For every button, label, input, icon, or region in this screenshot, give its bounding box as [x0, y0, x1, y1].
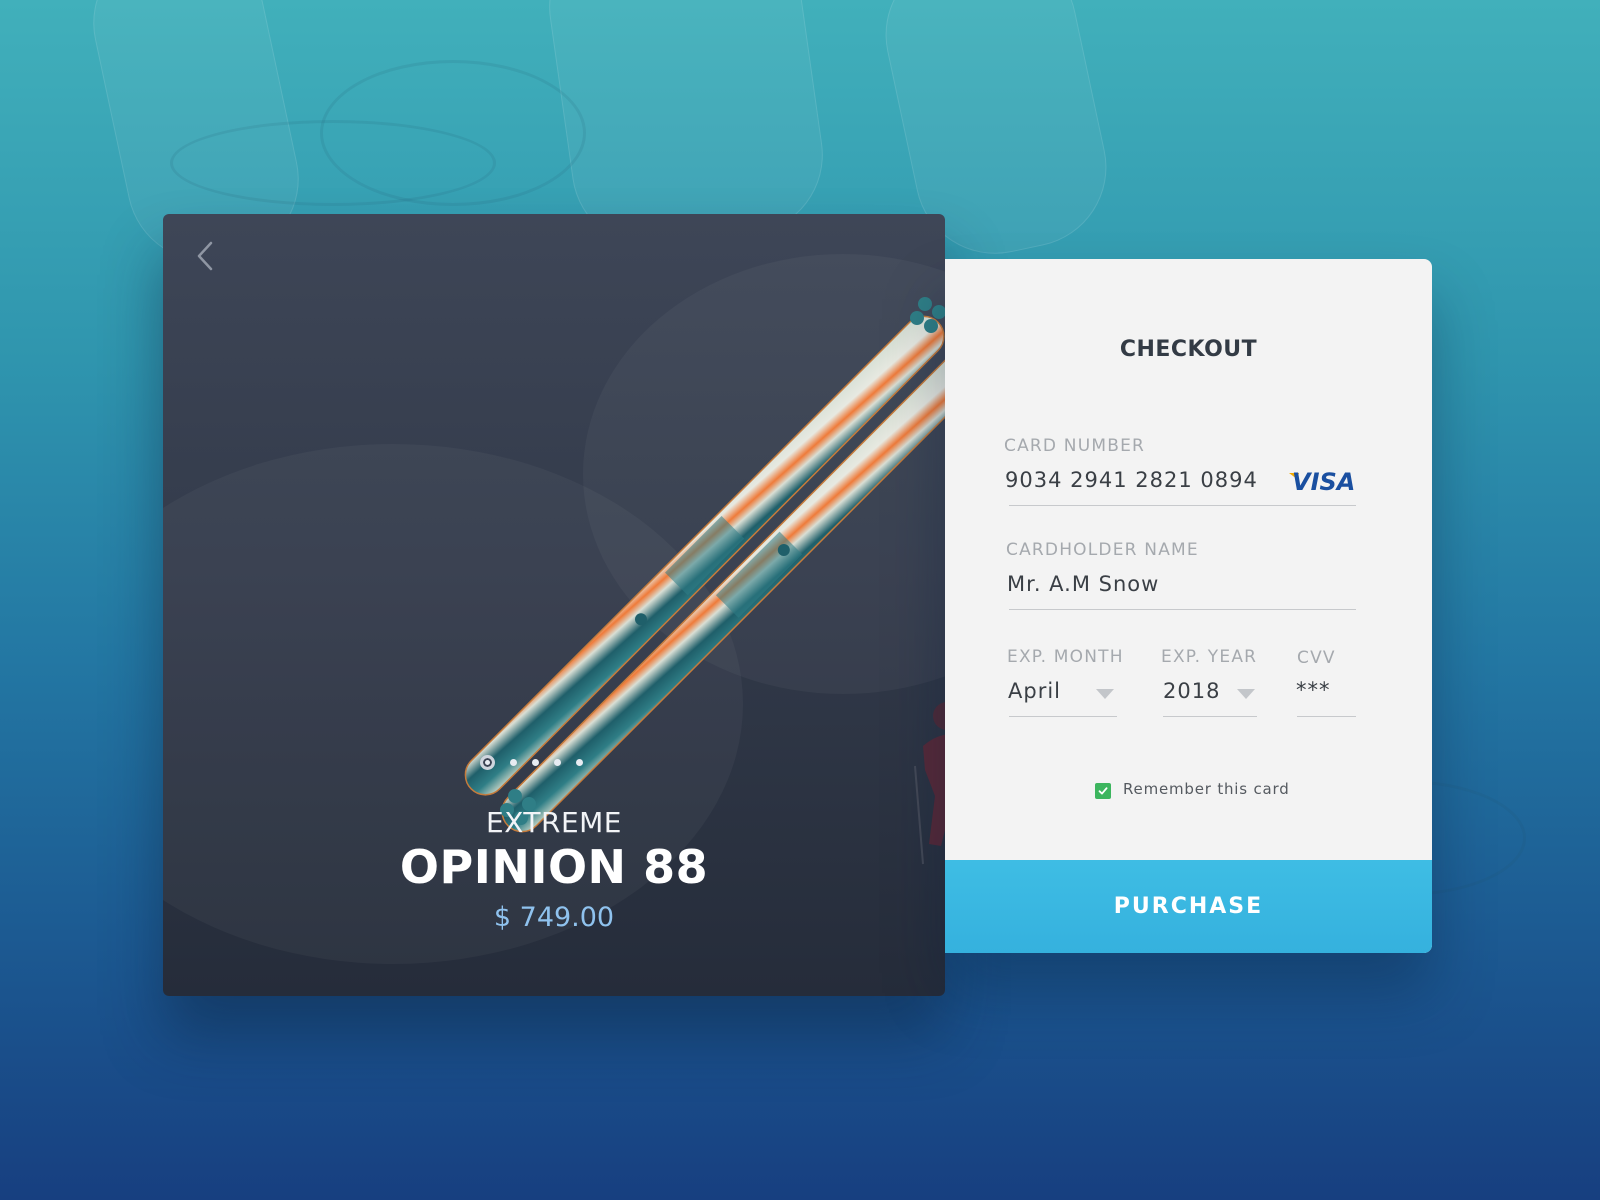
cardholder-underline [1009, 609, 1356, 610]
cardholder-label: CARDHOLDER NAME [1006, 540, 1199, 560]
exp-year-label: EXP. YEAR [1161, 647, 1258, 667]
carousel-dot-5[interactable] [576, 759, 583, 766]
background-swirl [320, 60, 586, 206]
exp-month-label: EXP. MONTH [1007, 647, 1124, 667]
carousel-dot-1[interactable] [480, 755, 495, 770]
remember-card-label: Remember this card [1123, 780, 1290, 798]
ski-left [464, 315, 945, 796]
carousel-dot-2[interactable] [510, 759, 517, 766]
product-price: $ 749.00 [493, 902, 615, 933]
product-card: EXTREME OPINION 88 $ 749.00 [163, 214, 945, 996]
checkout-title: CHECKOUT [1119, 337, 1258, 362]
chevron-left-icon [197, 241, 213, 271]
ski-product-image [464, 297, 945, 833]
product-name: OPINION 88 [399, 840, 709, 894]
cvv-underline [1297, 716, 1356, 717]
carousel-dot-3[interactable] [532, 759, 539, 766]
exp-year-underline [1163, 716, 1257, 717]
checkmark-icon [1098, 787, 1108, 795]
exp-month-select[interactable]: April [1008, 679, 1061, 703]
cvv-label: CVV [1297, 648, 1336, 668]
exp-month-chevron-down-icon[interactable] [1096, 689, 1114, 699]
remember-card-checkbox[interactable] [1095, 783, 1111, 799]
exp-month-underline [1009, 716, 1117, 717]
cardholder-field[interactable]: Mr. A.M Snow [1007, 572, 1159, 596]
exp-year-select[interactable]: 2018 [1163, 679, 1220, 703]
card-number-underline [1009, 505, 1356, 506]
cvv-field[interactable]: *** [1296, 678, 1331, 702]
card-number-label: CARD NUMBER [1004, 436, 1146, 456]
card-number-field[interactable]: 9034 2941 2821 0894 [1005, 468, 1258, 492]
exp-year-chevron-down-icon[interactable] [1237, 689, 1255, 699]
visa-brand-text: VISA [1292, 468, 1355, 495]
product-category: EXTREME [486, 806, 622, 839]
carousel-dots [480, 755, 583, 770]
checkout-card: CHECKOUT CARD NUMBER 9034 2941 2821 0894… [945, 259, 1432, 953]
back-button[interactable] [185, 236, 225, 276]
purchase-button[interactable]: PURCHASE [945, 860, 1432, 953]
visa-logo-icon: VISA [1289, 468, 1355, 495]
carousel-dot-4[interactable] [554, 759, 561, 766]
page-background: EXTREME OPINION 88 $ 749.00 CHECKOUT CAR… [0, 0, 1600, 1200]
